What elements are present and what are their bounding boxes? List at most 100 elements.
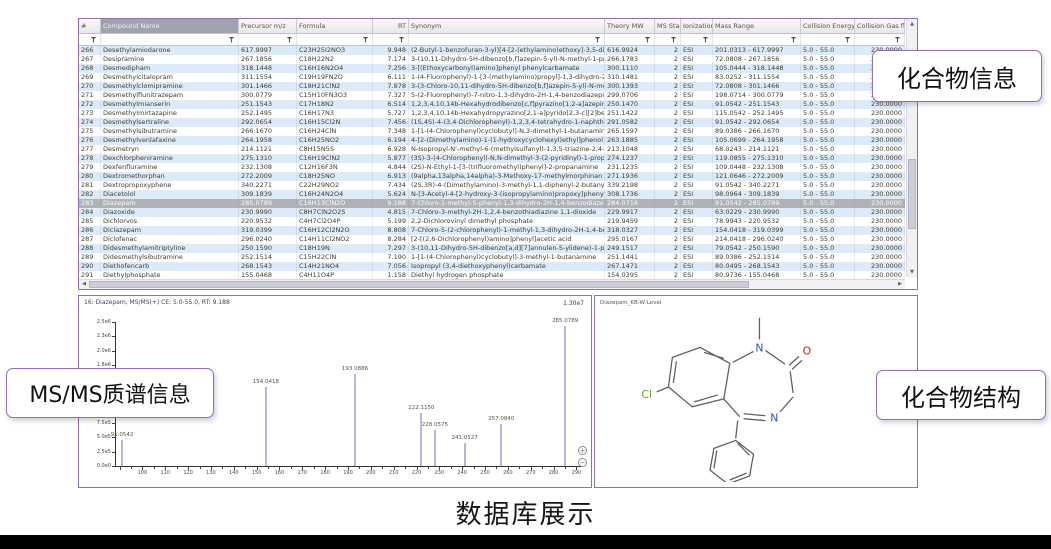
filter-cell-name[interactable] [101, 34, 239, 46]
filter-icon[interactable] [90, 37, 97, 43]
cell-range: 121.0646 - 272.2009 [713, 172, 801, 181]
table-row[interactable]: 287Diclofenac296.0240C14H11Cl2NO28.284[2… [79, 235, 905, 244]
cell-gas: 230.0000 [855, 118, 905, 127]
filter-cell-precursor[interactable] [239, 34, 297, 46]
filter-cell-num[interactable] [79, 34, 101, 46]
table-row[interactable]: 288Didesmethylamitriptyline250.1590C18H1… [79, 244, 905, 253]
x-tick [154, 467, 155, 469]
zoom-in-icon[interactable]: + [578, 446, 587, 455]
cell-mw: 263.1885 [605, 136, 655, 145]
cell-num: 279 [79, 163, 101, 172]
column-header-formula[interactable]: Formula [297, 19, 373, 34]
filter-cell-stage[interactable] [655, 34, 681, 46]
filter-icon[interactable] [790, 37, 797, 43]
cell-name: Dexchlorpheniramine [101, 154, 239, 163]
table-row[interactable]: 282Diacetolol309.1839C16H24N2O45.624N-[3… [79, 190, 905, 199]
filter-icon[interactable] [286, 37, 293, 43]
filter-icon[interactable] [228, 37, 235, 43]
table-row[interactable]: 281Dextropropoxyphene340.2271C22H29NO27.… [79, 181, 905, 190]
cell-stage: 2 [655, 235, 681, 244]
filter-cell-range[interactable] [713, 34, 801, 46]
table-row[interactable]: 286Diclazepam319.0399C16H12Cl2N2O8.8087-… [79, 226, 905, 235]
table-row[interactable]: 271Desmethylflunitrazepam300.0779C15H10F… [79, 91, 905, 100]
spectrum-peak [265, 387, 267, 466]
table-row[interactable]: 280Dextromethorphan272.2009C18H25NO6.913… [79, 172, 905, 181]
scroll-down-icon[interactable]: ▼ [907, 267, 917, 277]
table-row-selected[interactable]: 283Diazepam285.0789C16H13ClN2O9.1887-Chl… [79, 199, 905, 208]
table-row[interactable]: 268Desmedipham318.1448C16H16N2O47.2563-[… [79, 64, 905, 73]
column-header-ce[interactable]: Collision Energy [801, 19, 855, 34]
filter-cell-formula[interactable] [297, 34, 373, 46]
column-header-ion[interactable]: Ionization [681, 19, 713, 34]
cell-stage: 2 [655, 136, 681, 145]
scroll-left-icon[interactable]: ◀ [79, 280, 89, 290]
column-header-stage[interactable]: MS Stage [655, 19, 681, 34]
table-row[interactable]: 278Dexchlorpheniramine275.1310C16H19ClN2… [79, 154, 905, 163]
cell-range: 98.0964 - 309.1839 [713, 190, 801, 199]
cell-ion: ESI [681, 226, 713, 235]
filter-icon[interactable] [362, 37, 369, 43]
scroll-right-icon[interactable]: ▶ [895, 280, 905, 290]
table-row[interactable]: 289Didesmethylsibutramine252.1514C15H22C… [79, 253, 905, 262]
zoom-out-icon[interactable]: − [578, 458, 587, 467]
table-row[interactable]: 266Desethylamiodarone617.9997C23H25I2NO3… [79, 46, 905, 55]
column-header-mw[interactable]: Theory MW [605, 19, 655, 34]
horizontal-scrollbar[interactable]: ◀ ▶ [79, 279, 905, 289]
filter-cell-gas[interactable] [855, 34, 905, 46]
cell-range: 89.0386 - 266.1670 [713, 127, 801, 136]
filter-cell-ce[interactable] [801, 34, 855, 46]
filter-icon[interactable] [594, 37, 601, 43]
filter-icon[interactable] [644, 37, 651, 43]
filter-icon[interactable] [702, 37, 709, 43]
x-tick [337, 467, 338, 469]
table-row[interactable]: 275Desmethylsibutramine266.1670C16H24ClN… [79, 127, 905, 136]
spectrum-peak [500, 424, 502, 466]
filter-cell-ion[interactable] [681, 34, 713, 46]
cell-range: 63.0229 - 230.9990 [713, 208, 801, 217]
cell-formula: C12H16F3N [297, 163, 373, 172]
cell-name: Desmetryn [101, 145, 239, 154]
msms-info-callout: MS/MS质谱信息 [6, 368, 214, 418]
table-row[interactable]: 272Desmethylmianserin251.1543C17H18N26.5… [79, 100, 905, 109]
table-row[interactable]: 277Desmetryn214.1121C8H15N5S6.928N-Isopr… [79, 145, 905, 154]
filter-cell-mw[interactable] [605, 34, 655, 46]
structure-caption: Diazepam_KB-W-Level [600, 300, 661, 306]
column-header-precursor[interactable]: Precursor m/z [239, 19, 297, 34]
table-row[interactable]: 284Diazoxide230.9990C8H7ClN2O2S4.8157-Ch… [79, 208, 905, 217]
table-row[interactable]: 274Desmethylsertraline292.0654C16H15Cl2N… [79, 118, 905, 127]
table-row[interactable]: 270Desmethylclomipramine301.1466C18H21Cl… [79, 82, 905, 91]
x-tick [120, 467, 121, 470]
column-header-rt[interactable]: RT [373, 19, 409, 34]
filter-icon[interactable] [398, 37, 405, 43]
cell-ce: 5.0 - 55.0 [801, 82, 855, 91]
filter-cell-rt[interactable] [373, 34, 409, 46]
table-row[interactable]: 276Desmethylvenlafaxine264.1958C16H25NO2… [79, 136, 905, 145]
cell-ion: ESI [681, 235, 713, 244]
x-axis-tick-label: 110 [155, 470, 175, 476]
column-header-range[interactable]: Mass Range [713, 19, 801, 34]
cell-ion: ESI [681, 55, 713, 64]
column-header-gas[interactable]: Collision Gas flo [855, 19, 905, 34]
horizontal-scroll-thumb[interactable] [89, 281, 749, 288]
table-row[interactable]: 267Desipramine267.1856C18H22N27.1743-(10… [79, 55, 905, 64]
filter-icon[interactable] [894, 37, 901, 43]
cell-name: Didesmethylsibutramine [101, 253, 239, 262]
table-header-row: #Compound NamePrecursor m/zFormulaRTSyno… [79, 19, 905, 34]
scroll-up-icon[interactable]: ▲ [907, 19, 917, 29]
column-header-synonym[interactable]: Synonym [409, 19, 605, 34]
table-row[interactable]: 279Dexfenfluramine232.1308C12H16F3N4.844… [79, 163, 905, 172]
table-filter-row [79, 34, 905, 46]
cell-ce: 5.0 - 55.0 [801, 118, 855, 127]
table-row[interactable]: 269Desmethylcitalopram311.1554C19H19FN2O… [79, 73, 905, 82]
filter-icon[interactable] [844, 37, 851, 43]
table-row[interactable]: 273Desmethylmirtazapine252.1495C16H17N35… [79, 109, 905, 118]
cell-gas: 230.0000 [855, 163, 905, 172]
column-header-num[interactable]: # [79, 19, 101, 34]
filter-icon[interactable] [670, 37, 677, 43]
vertical-scroll-thumb[interactable] [908, 159, 916, 229]
table-row[interactable]: 290Diethofencarb268.1543C14H21NO47.056Is… [79, 262, 905, 271]
column-header-name[interactable]: Compound Name [101, 19, 239, 34]
table-row[interactable]: 285Dichlorvos220.9532C4H7Cl2O4P5.1992,2-… [79, 217, 905, 226]
filter-cell-synonym[interactable] [409, 34, 605, 46]
x-axis-tick-label: 200 [361, 470, 381, 476]
